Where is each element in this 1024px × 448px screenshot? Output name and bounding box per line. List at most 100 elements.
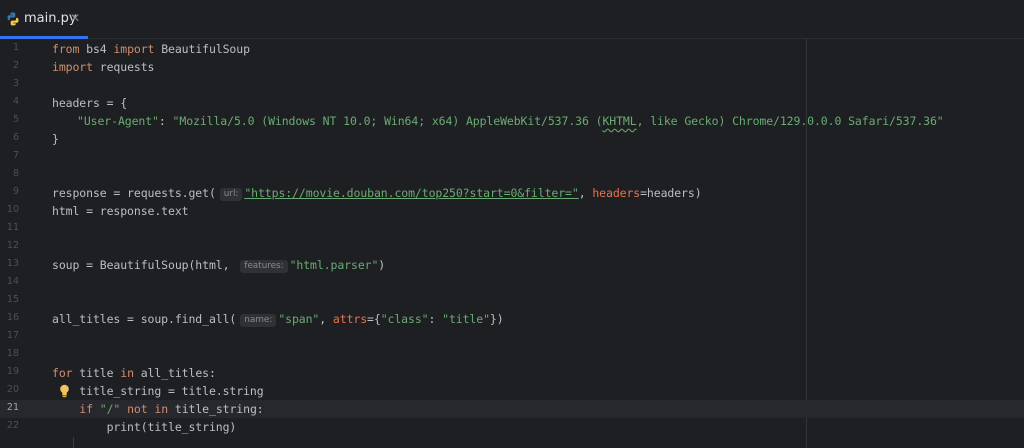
code-text[interactable]: all_titles = soup.find_all(name: "span", … xyxy=(52,311,504,327)
line-number: 6 xyxy=(12,132,19,143)
code-line: 14 xyxy=(0,274,1024,292)
code-text[interactable]: html = response.text xyxy=(52,203,189,219)
indent-guide xyxy=(73,437,74,448)
lightbulb-icon[interactable] xyxy=(59,384,70,399)
line-number: 9 xyxy=(12,186,19,197)
editor-tab-bar: main.py ✕ xyxy=(0,0,1024,39)
code-line: 5 "User-Agent": "Mozilla/5.0 (Windows NT… xyxy=(0,112,1024,130)
code-text[interactable]: import requests xyxy=(52,59,154,75)
code-line: 6 } xyxy=(0,130,1024,148)
punctuation: : xyxy=(428,312,443,326)
line-number: 18 xyxy=(6,348,19,359)
keyword: in xyxy=(154,402,169,416)
current-code-line: 21 if "/" not in title_string: xyxy=(0,400,1024,418)
punctuation: : xyxy=(158,114,173,128)
line-number: 2 xyxy=(12,60,19,71)
keyword: if xyxy=(79,402,93,416)
code-line: 3 xyxy=(0,76,1024,94)
identifier: all_titles = soup.find_all( xyxy=(52,312,237,326)
string-literal: "span" xyxy=(278,312,320,326)
code-line: 13 soup = BeautifulSoup(html, features: "… xyxy=(0,256,1024,274)
code-line: 11 xyxy=(0,220,1024,238)
tab-main-py[interactable]: main.py ✕ xyxy=(0,0,88,39)
typo-string: KHTML xyxy=(602,114,637,128)
line-number: 10 xyxy=(6,204,19,215)
line-number: 12 xyxy=(6,240,19,251)
close-icon[interactable]: ✕ xyxy=(70,11,80,25)
code-line: 9 response = requests.get(url: "https://m… xyxy=(0,184,1024,202)
line-number: 17 xyxy=(6,330,19,341)
identifier: =headers) xyxy=(640,186,702,200)
code-text[interactable]: } xyxy=(52,131,59,147)
keyword: import xyxy=(52,60,93,74)
code-text[interactable]: print(title_string) xyxy=(52,419,237,435)
identifier: response = requests.get( xyxy=(52,186,216,200)
identifier: bs4 xyxy=(79,42,114,56)
code-line: 19 for title in all_titles: xyxy=(0,364,1024,382)
line-number: 5 xyxy=(12,114,19,125)
url-string[interactable]: "https://movie.douban.com/top250?start=0… xyxy=(244,186,578,200)
code-line: 12 xyxy=(0,238,1024,256)
keyword: in xyxy=(120,366,134,380)
identifier: title xyxy=(72,366,121,380)
code-line: 15 xyxy=(0,292,1024,310)
line-number: 8 xyxy=(12,168,19,179)
code-line: 4 headers = { xyxy=(0,94,1024,112)
code-line: 2 import requests xyxy=(0,58,1024,76)
parameter-hint: features: xyxy=(240,260,288,273)
string-literal: "class" xyxy=(380,312,429,326)
identifier: BeautifulSoup xyxy=(154,42,250,56)
line-number: 20 xyxy=(6,384,19,395)
line-number: 22 xyxy=(6,420,19,431)
punctuation: ) xyxy=(378,258,386,272)
punctuation: , xyxy=(578,186,593,200)
code-text[interactable]: response = requests.get(url: "https://mov… xyxy=(52,185,702,201)
punctuation: , xyxy=(319,312,333,326)
code-text[interactable]: headers = { xyxy=(52,95,127,111)
code-line: 10 html = response.text xyxy=(0,202,1024,220)
string-literal: "html.parser" xyxy=(289,258,379,272)
identifier: title_string: xyxy=(168,402,264,416)
code-line: 22 print(title_string) xyxy=(0,418,1024,436)
line-number: 13 xyxy=(6,258,19,269)
code-text[interactable]: from bs4 import BeautifulSoup xyxy=(52,41,250,57)
line-number: 16 xyxy=(6,312,19,323)
code-line: 20 title_string = title.string xyxy=(0,382,1024,400)
code-text[interactable]: if "/" not in title_string: xyxy=(52,401,264,417)
named-argument: headers xyxy=(592,186,641,200)
keyword: not xyxy=(127,402,148,416)
line-number: 15 xyxy=(6,294,19,305)
line-number: 1 xyxy=(12,42,19,53)
punctuation: }) xyxy=(489,312,504,326)
string-literal: , like Gecko) Chrome/129.0.0.0 Safari/53… xyxy=(636,114,944,128)
keyword: import xyxy=(113,42,155,56)
identifier: all_titles: xyxy=(133,366,216,380)
code-editor[interactable]: 1 from bs4 import BeautifulSoup 2 import… xyxy=(0,39,1024,448)
tab-filename: main.py xyxy=(24,11,77,26)
line-number: 7 xyxy=(12,150,19,161)
code-line: 7 xyxy=(0,148,1024,166)
code-text[interactable]: title_string = title.string xyxy=(52,383,263,399)
identifier: requests xyxy=(92,60,155,74)
string-literal: "/" xyxy=(99,402,121,416)
python-file-icon xyxy=(7,12,19,26)
identifier: soup = BeautifulSoup(html, xyxy=(52,258,237,272)
code-line: 1 from bs4 import BeautifulSoup xyxy=(0,40,1024,58)
line-number: 3 xyxy=(12,78,19,89)
code-text[interactable]: soup = BeautifulSoup(html, features: "htm… xyxy=(52,257,385,273)
code-text[interactable]: for title in all_titles: xyxy=(52,365,216,381)
code-line: 16 all_titles = soup.find_all(name: "span… xyxy=(0,310,1024,328)
line-number: 4 xyxy=(12,96,19,107)
keyword: for xyxy=(52,366,73,380)
string-literal: "title" xyxy=(442,312,490,326)
line-number: 11 xyxy=(6,222,19,233)
line-number: 14 xyxy=(6,276,19,287)
line-number: 21 xyxy=(6,402,19,413)
code-text[interactable]: "User-Agent": "Mozilla/5.0 (Windows NT 1… xyxy=(77,113,944,129)
code-line: 17 xyxy=(0,328,1024,346)
string-literal: "Mozilla/5.0 (Windows NT 10.0; Win64; x6… xyxy=(172,114,603,128)
punctuation: ={ xyxy=(367,312,381,326)
named-argument: attrs xyxy=(332,312,368,326)
